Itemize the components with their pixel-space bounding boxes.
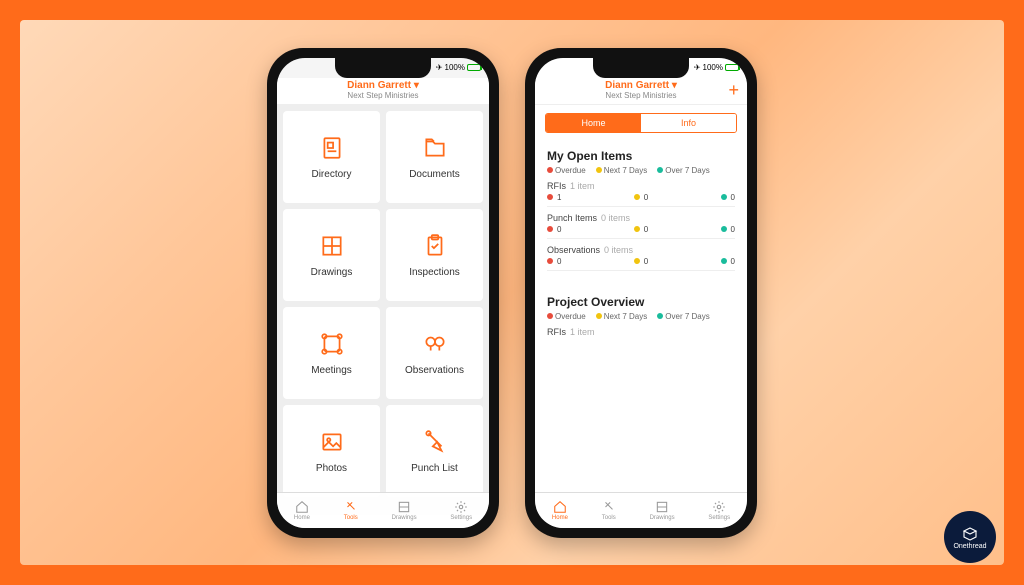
- tile-label: Directory: [311, 169, 351, 180]
- dashboard: My Open Items Overdue Next 7 Days Over 7…: [535, 141, 747, 355]
- promo-background: ✈ 100% Diann Garrett ▾ Next Step Ministr…: [20, 20, 1004, 565]
- tile-label: Drawings: [311, 267, 353, 278]
- user-dropdown[interactable]: Diann Garrett ▾: [277, 80, 489, 91]
- tile-label: Documents: [409, 169, 460, 180]
- dot-over7-icon: [657, 167, 663, 173]
- status-battery-pct: 100%: [703, 63, 723, 72]
- status-battery-pct: 100%: [445, 63, 465, 72]
- tab-bar: Home Tools Drawings Settings: [535, 492, 747, 528]
- tile-label: Inspections: [409, 267, 460, 278]
- meetings-icon: [317, 329, 347, 359]
- app-header: Diann Garrett ▾ Next Step Ministries: [277, 78, 489, 105]
- tab-info[interactable]: Info: [641, 114, 736, 132]
- project-subtitle: Next Step Ministries: [277, 91, 489, 100]
- directory-icon: [317, 133, 347, 163]
- notch: [335, 58, 431, 78]
- user-dropdown[interactable]: Diann Garrett ▾: [535, 80, 747, 91]
- tile-label: Meetings: [311, 365, 352, 376]
- phone-screen-right: 9:41 AM ✈ 100% Diann Garrett ▾ Next Step…: [535, 58, 747, 528]
- legend: Overdue Next 7 Days Over 7 Days: [547, 312, 735, 321]
- notch: [593, 58, 689, 78]
- phone-screen-left: ✈ 100% Diann Garrett ▾ Next Step Ministr…: [277, 58, 489, 528]
- section-rfis[interactable]: RFIs1 item 1 0 0: [547, 181, 735, 207]
- tile-directory[interactable]: Directory: [283, 111, 380, 203]
- my-open-items-title: My Open Items: [547, 149, 735, 163]
- nav-home[interactable]: Home: [552, 500, 568, 521]
- tile-drawings[interactable]: Drawings: [283, 209, 380, 301]
- add-button[interactable]: +: [728, 80, 739, 101]
- nav-settings[interactable]: Settings: [708, 500, 730, 521]
- project-subtitle: Next Step Ministries: [535, 91, 747, 100]
- phone-frame-left: ✈ 100% Diann Garrett ▾ Next Step Ministr…: [267, 48, 499, 538]
- tile-inspections[interactable]: Inspections: [386, 209, 483, 301]
- tile-label: Photos: [316, 463, 347, 474]
- legend: Overdue Next 7 Days Over 7 Days: [547, 166, 735, 175]
- segment-control: Home Info: [545, 113, 737, 133]
- photos-icon: [317, 427, 347, 457]
- app-header: Diann Garrett ▾ Next Step Ministries +: [535, 78, 747, 105]
- punchlist-icon: [420, 427, 450, 457]
- battery-icon: [467, 64, 481, 71]
- nav-home[interactable]: Home: [294, 500, 310, 521]
- project-overview-title: Project Overview: [547, 295, 735, 309]
- tile-label: Observations: [405, 365, 464, 376]
- status-nav-icon: ✈: [436, 63, 443, 72]
- nav-tools[interactable]: Tools: [344, 500, 358, 521]
- battery-icon: [725, 64, 739, 71]
- drawings-icon: [317, 231, 347, 261]
- nav-drawings[interactable]: Drawings: [650, 500, 675, 521]
- tile-label: Punch List: [411, 463, 458, 474]
- brand-label: Onethread: [953, 543, 986, 550]
- overview-rfis[interactable]: RFIs1 item: [547, 327, 735, 341]
- tile-observations[interactable]: Observations: [386, 307, 483, 399]
- tile-punchlist[interactable]: Punch List: [386, 405, 483, 497]
- status-nav-icon: ✈: [694, 63, 701, 72]
- tile-meetings[interactable]: Meetings: [283, 307, 380, 399]
- section-observations[interactable]: Observations0 items 0 0 0: [547, 245, 735, 271]
- brand-badge: Onethread: [944, 511, 996, 563]
- phone-frame-right: 9:41 AM ✈ 100% Diann Garrett ▾ Next Step…: [525, 48, 757, 538]
- section-punch[interactable]: Punch Items0 items 0 0 0: [547, 213, 735, 239]
- tile-photos[interactable]: Photos: [283, 405, 380, 497]
- tile-documents[interactable]: Documents: [386, 111, 483, 203]
- tab-bar: Home Tools Drawings Settings: [277, 492, 489, 528]
- inspections-icon: [420, 231, 450, 261]
- observations-icon: [420, 329, 450, 359]
- dot-next7-icon: [596, 167, 602, 173]
- documents-icon: [420, 133, 450, 163]
- nav-settings[interactable]: Settings: [450, 500, 472, 521]
- nav-tools[interactable]: Tools: [602, 500, 616, 521]
- dot-overdue-icon: [547, 167, 553, 173]
- tools-grid: Directory Documents Drawings: [277, 105, 489, 515]
- nav-drawings[interactable]: Drawings: [392, 500, 417, 521]
- tab-home[interactable]: Home: [546, 114, 641, 132]
